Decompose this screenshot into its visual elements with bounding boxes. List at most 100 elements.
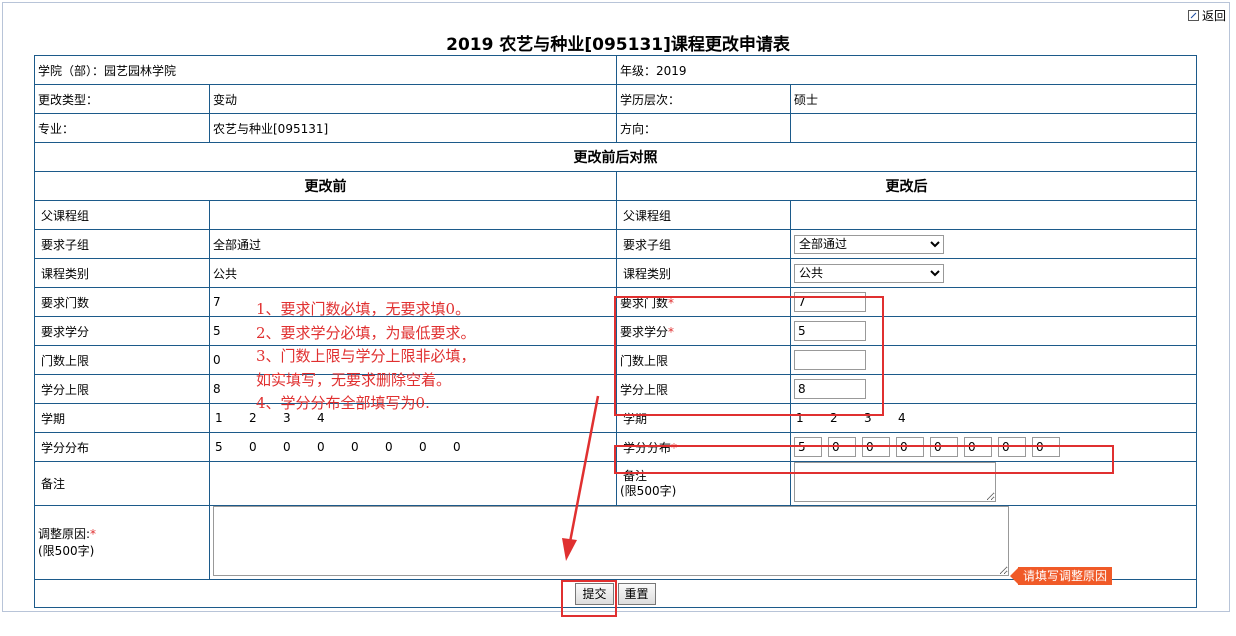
dist-value: 0 [317, 440, 325, 454]
dist-input-2[interactable] [828, 437, 856, 457]
dist-input-1[interactable] [794, 437, 822, 457]
edu-level-label: 学历层次： [616, 84, 791, 114]
submit-button[interactable]: 提交 [575, 582, 614, 605]
req-credit-label-text: 要求学分 [620, 324, 669, 339]
section-title: 更改前后对照 [34, 142, 1197, 172]
annotation-line: 如实填写，无要求删除空着。 [256, 370, 452, 389]
remark-label-text: 备注 [623, 468, 648, 483]
annotation-line: 2、要求学分必填，为最低要求。 [256, 323, 476, 342]
required-mark: * [90, 526, 97, 541]
reason-textarea[interactable] [213, 506, 1009, 576]
required-mark: * [671, 440, 678, 455]
annotation-line: 3、门数上限与学分上限非必填， [256, 347, 476, 365]
before-remark-label: 备注 [34, 461, 210, 506]
after-req-count-label: 要求门数* [616, 287, 791, 317]
after-parent-group-label: 父课程组 [616, 200, 791, 230]
reason-limit-text: (限500字) [38, 543, 95, 558]
before-remark-value [209, 461, 617, 506]
term-number: 3 [864, 411, 872, 425]
dist-value: 0 [283, 440, 291, 454]
after-dist-cell [790, 432, 1197, 462]
major-value: 农艺与种业[095131] [209, 113, 617, 143]
reason-label-text: 调整原因: [38, 526, 91, 541]
req-credit-input[interactable] [794, 321, 866, 341]
direction-value [790, 113, 1197, 143]
back-link[interactable]: 返回 [1187, 7, 1226, 24]
dist-input-5[interactable] [930, 437, 958, 457]
required-mark: * [668, 295, 675, 310]
dist-value: 0 [419, 440, 427, 454]
before-category-label: 课程类别 [34, 258, 210, 288]
req-count-label-text: 要求门数 [620, 295, 669, 310]
term-number: 4 [898, 411, 906, 425]
term-number: 2 [830, 411, 838, 425]
back-label: 返回 [1201, 9, 1226, 23]
dist-label-text: 学分分布 [623, 440, 672, 455]
change-type-label: 更改类型： [34, 84, 210, 114]
after-req-credit-cell [790, 316, 1197, 346]
before-category-value: 公共 [209, 258, 617, 288]
after-credit-upper-cell [790, 374, 1197, 404]
change-form-table: 学院（部）：园艺园林学院 年级：2019 更改类型： 变动 学历层次： 硕士 专… [34, 55, 1197, 608]
after-count-upper-cell [790, 345, 1197, 375]
dist-input-4[interactable] [896, 437, 924, 457]
annotation-text: 1、要求门数必填，无要求填0。 2、要求学分必填，为最低要求。 3、门数上限与学… [256, 298, 476, 416]
before-dist-label: 学分分布 [34, 432, 210, 462]
college-cell: 学院（部）：园艺园林学院 [34, 55, 617, 85]
before-dist: 5 0 0 0 0 0 0 0 [209, 432, 617, 462]
after-parent-group-value [790, 200, 1197, 230]
before-req-credit-label: 要求学分 [34, 316, 210, 346]
course-category-select[interactable]: 公共 [794, 263, 944, 283]
page-title: 2019 农艺与种业[095131]课程更改申请表 [446, 35, 790, 55]
major-label: 专业： [34, 113, 210, 143]
credit-upper-input[interactable] [794, 379, 866, 399]
count-upper-input[interactable] [794, 350, 866, 370]
after-remark-cell [790, 461, 1197, 506]
annotation-line: 1、要求门数必填，无要求填0。 [256, 300, 471, 318]
before-count-upper-label: 门数上限 [34, 345, 210, 375]
sub-group-select[interactable]: 全部通过 [794, 234, 944, 254]
after-req-count-cell [790, 287, 1197, 317]
dist-value: 0 [351, 440, 359, 454]
before-credit-upper-label: 学分上限 [34, 374, 210, 404]
before-term-label: 学期 [34, 403, 210, 433]
dist-input-6[interactable] [964, 437, 992, 457]
after-credit-upper-label: 学分上限 [616, 374, 791, 404]
before-sub-group-value: 全部通过 [209, 229, 617, 259]
before-req-count-label: 要求门数 [34, 287, 210, 317]
remark-limit-text: (限500字) [620, 483, 677, 498]
dist-input-7[interactable] [998, 437, 1026, 457]
dist-value: 0 [385, 440, 393, 454]
remark-textarea[interactable] [794, 462, 996, 502]
before-parent-group-label: 父课程组 [34, 200, 210, 230]
term-number: 1 [215, 411, 223, 425]
reason-tooltip: 请填写调整原因 [1009, 567, 1113, 585]
annotation-line: 4、学分分布全部填写为0. [256, 394, 430, 412]
after-remark-label: 备注 (限500字) [616, 461, 791, 506]
req-count-input[interactable] [794, 292, 866, 312]
dist-input-3[interactable] [862, 437, 890, 457]
after-title: 更改后 [616, 171, 1197, 201]
after-req-credit-label: 要求学分* [616, 316, 791, 346]
after-terms: 1 2 3 4 [790, 403, 1197, 433]
back-arrow-icon [1187, 10, 1199, 21]
after-category-label: 课程类别 [616, 258, 791, 288]
reason-label-cell: 调整原因:* (限500字) [34, 505, 210, 580]
direction-label: 方向： [616, 113, 791, 143]
grade-cell: 年级：2019 [616, 55, 1197, 85]
reset-button[interactable]: 重置 [617, 582, 656, 605]
dist-value: 0 [453, 440, 461, 454]
after-term-label: 学期 [616, 403, 791, 433]
before-parent-group-value [209, 200, 617, 230]
before-title: 更改前 [34, 171, 617, 201]
after-sub-group-cell: 全部通过 [790, 229, 1197, 259]
change-type-value: 变动 [209, 84, 617, 114]
dist-input-8[interactable] [1032, 437, 1060, 457]
after-sub-group-label: 要求子组 [616, 229, 791, 259]
dist-value: 5 [215, 440, 223, 454]
term-number: 1 [796, 411, 804, 425]
after-dist-label: 学分分布* [616, 432, 791, 462]
required-mark: * [668, 324, 675, 339]
before-sub-group-label: 要求子组 [34, 229, 210, 259]
after-count-upper-label: 门数上限 [616, 345, 791, 375]
